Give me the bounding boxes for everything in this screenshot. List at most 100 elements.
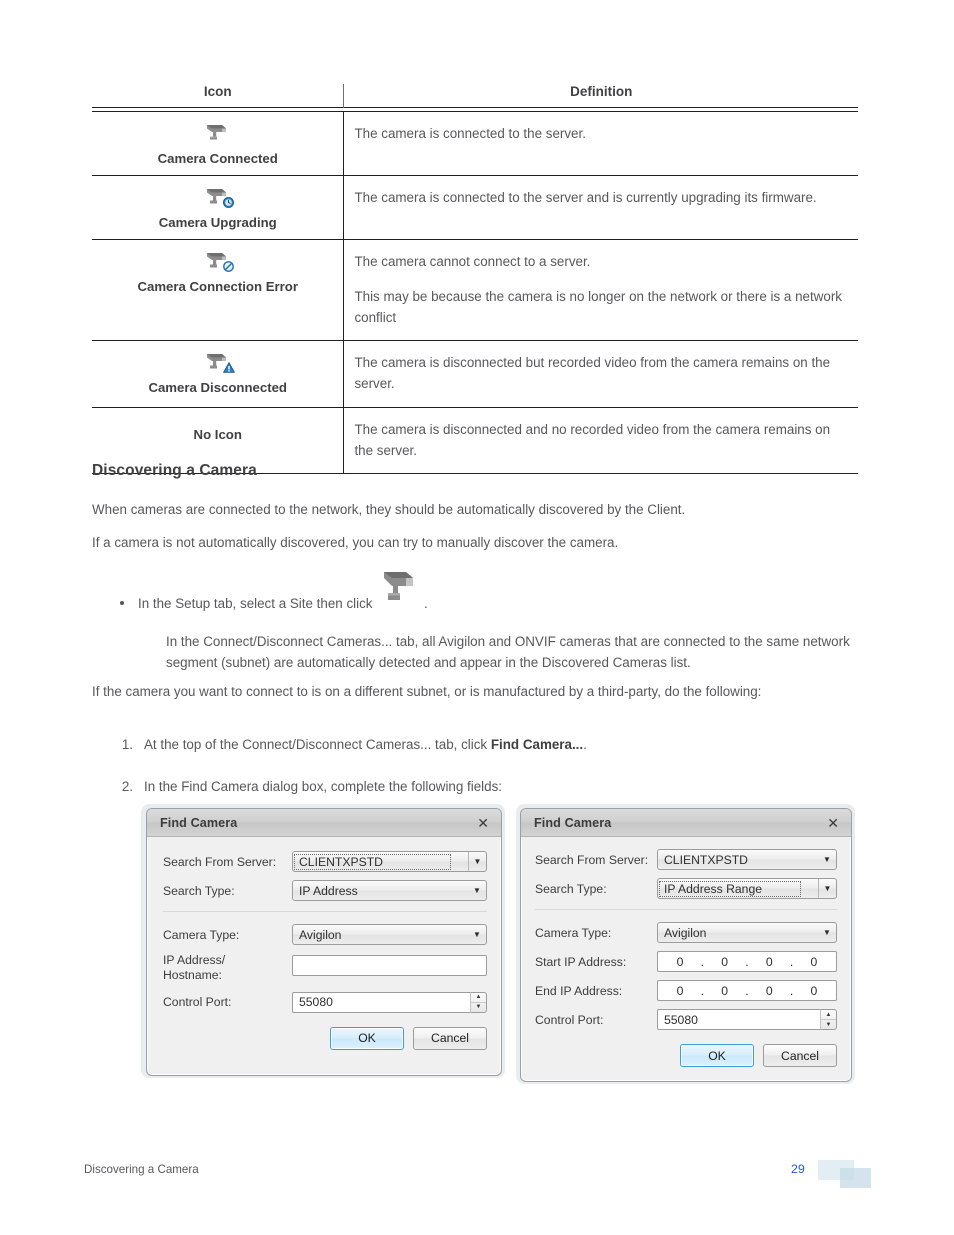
definition-text: The camera is disconnected but recorded …: [354, 355, 831, 392]
camera-type-label: Camera Type:: [163, 927, 240, 942]
chevron-down-icon[interactable]: ▼: [468, 852, 486, 871]
search-from-server-dropdown[interactable]: CLIENTXPSTD ▼: [292, 851, 487, 872]
spinner-up-icon[interactable]: ▲: [821, 1010, 836, 1020]
cancel-button[interactable]: Cancel: [763, 1044, 837, 1067]
page-title: Discovering a Camera: [92, 462, 257, 479]
octet[interactable]: 0: [721, 955, 728, 969]
ip-hostname-label-line1: IP Address/: [163, 953, 226, 967]
icon-cell: Camera Disconnected: [92, 340, 345, 408]
camera-upgrading-icon: [98, 185, 337, 208]
step-number: 2.: [121, 778, 133, 794]
table-row: Camera Connection Error The camera canno…: [92, 239, 858, 342]
search-from-server-dropdown[interactable]: CLIENTXPSTD ▼: [657, 849, 837, 870]
spinner-buttons[interactable]: ▲ ▼: [470, 991, 487, 1013]
definition-text: The camera cannot connect to a server.: [354, 254, 591, 269]
connect-disconnect-cameras-icon: [376, 572, 420, 608]
icon-label: Camera Upgrading: [158, 215, 277, 230]
octet[interactable]: 0: [766, 955, 773, 969]
clock-badge-icon: [222, 196, 234, 208]
ok-button[interactable]: OK: [330, 1026, 404, 1050]
icon-label: No Icon: [193, 426, 242, 442]
ip-separator: .: [745, 954, 749, 969]
chevron-down-icon[interactable]: ▼: [468, 886, 486, 895]
ip-address-hostname-label: IP Address/ Hostname:: [163, 953, 225, 984]
spinner-down-icon[interactable]: ▼: [471, 1003, 486, 1012]
dialog-button-row: OK Cancel: [163, 1026, 487, 1050]
ip-separator: .: [789, 983, 794, 998]
icon-cell: Camera Upgrading: [92, 175, 345, 240]
field-row-end-ip: End IP Address: 0 . 0 . 0 . 0: [535, 980, 837, 1001]
icon-label: Camera Connection Error: [137, 279, 298, 294]
camera-disconnected-icon: [98, 350, 337, 373]
find-camera-dialog-ip-address: Find Camera ✕ Search From Server: CLIENT…: [146, 808, 502, 1076]
no-entry-badge-icon: [222, 260, 234, 272]
search-type-label: Search Type:: [163, 883, 235, 898]
chevron-down-icon[interactable]: ▼: [468, 930, 486, 939]
footer-page-number: 29: [791, 1162, 805, 1176]
table-header-row: Icon Definition: [92, 84, 858, 108]
field-row-search-from-server: Search From Server: CLIENTXPSTD ▼: [535, 849, 837, 870]
definition-cell: The camera cannot connect to a server. T…: [343, 239, 858, 342]
definition-text: The camera is connected to the server an…: [354, 190, 817, 205]
definition-cell: The camera is connected to the server an…: [343, 175, 858, 240]
definition-text: The camera is disconnected and no record…: [354, 421, 831, 458]
table-row: Camera Disconnected The camera is discon…: [92, 340, 858, 408]
search-type-dropdown[interactable]: IP Address Range ▼: [657, 878, 837, 899]
control-port-input[interactable]: 55080: [292, 991, 470, 1013]
intro-paragraph-3: If the camera you want to connect to is …: [92, 684, 762, 699]
table-row: Camera Upgrading The camera is connected…: [92, 175, 858, 240]
icon-cell: Camera Connected: [92, 111, 345, 176]
search-type-dropdown[interactable]: IP Address ▼: [292, 880, 487, 901]
intro-paragraph-2: If a camera is not automatically discove…: [92, 535, 619, 550]
dialog-title-bar[interactable]: Find Camera ✕: [147, 809, 501, 837]
search-type-value: IP Address: [299, 883, 358, 898]
cancel-button[interactable]: Cancel: [413, 1026, 487, 1050]
end-ip-address-input[interactable]: 0 . 0 . 0 . 0: [657, 980, 837, 1001]
control-port-input[interactable]: 55080: [657, 1009, 820, 1030]
camera-type-value: Avigilon: [299, 927, 342, 942]
octet[interactable]: 0: [677, 984, 684, 998]
spinner-up-icon[interactable]: ▲: [471, 993, 486, 1003]
section-divider: [535, 909, 837, 910]
octet[interactable]: 0: [811, 984, 818, 998]
dialog-title-bar[interactable]: Find Camera ✕: [521, 809, 851, 837]
camera-type-dropdown[interactable]: Avigilon ▼: [292, 924, 487, 945]
field-row-camera-type: Camera Type: Avigilon ▼: [535, 922, 837, 943]
column-header-icon: Icon: [92, 84, 345, 108]
camera-connection-error-icon: [98, 249, 337, 272]
chevron-down-icon[interactable]: ▼: [818, 879, 836, 898]
start-ip-address-label: Start IP Address:: [535, 954, 627, 969]
ip-separator: .: [700, 954, 705, 969]
ip-address-hostname-input[interactable]: [292, 955, 487, 976]
column-header-definition: Definition: [570, 84, 633, 99]
close-icon[interactable]: ✕: [474, 814, 492, 832]
definition-cell: The camera is disconnected and no record…: [343, 407, 858, 475]
chevron-down-icon[interactable]: ▼: [818, 855, 836, 864]
camera-type-dropdown[interactable]: Avigilon ▼: [657, 922, 837, 943]
step-number: 1.: [121, 737, 133, 752]
field-row-control-port: Control Port: 55080 ▲ ▼: [535, 1009, 837, 1030]
list-item: 2. In the Find Camera dialog box, comple…: [113, 777, 853, 798]
dialog-title: Find Camera: [160, 815, 238, 830]
close-icon[interactable]: ✕: [824, 814, 842, 832]
octet[interactable]: 0: [766, 984, 773, 998]
control-port-stepper[interactable]: 55080 ▲ ▼: [292, 991, 487, 1013]
list-item: 1. At the top of the Connect/Disconnect …: [113, 735, 853, 756]
chevron-down-icon[interactable]: ▼: [818, 928, 836, 937]
table-row: Camera Connected The camera is connected…: [92, 111, 858, 176]
camera-connected-icon: [98, 121, 337, 143]
field-row-ip-hostname: IP Address/ Hostname:: [163, 953, 487, 984]
spinner-down-icon[interactable]: ▼: [821, 1020, 836, 1029]
camera-status-icon-table: Icon Definition Camera Connected The cam…: [92, 84, 858, 475]
control-port-stepper[interactable]: 55080 ▲ ▼: [657, 1009, 837, 1030]
bullet-text-after: .: [423, 596, 428, 611]
octet[interactable]: 0: [677, 955, 684, 969]
start-ip-address-input[interactable]: 0 . 0 . 0 . 0: [657, 951, 837, 972]
camera-type-label: Camera Type:: [535, 925, 612, 940]
ip-separator: .: [789, 954, 794, 969]
octet[interactable]: 0: [721, 984, 728, 998]
icon-label: Camera Connected: [157, 151, 278, 166]
octet[interactable]: 0: [811, 955, 818, 969]
ok-button[interactable]: OK: [680, 1044, 754, 1067]
spinner-buttons[interactable]: ▲ ▼: [820, 1009, 837, 1030]
